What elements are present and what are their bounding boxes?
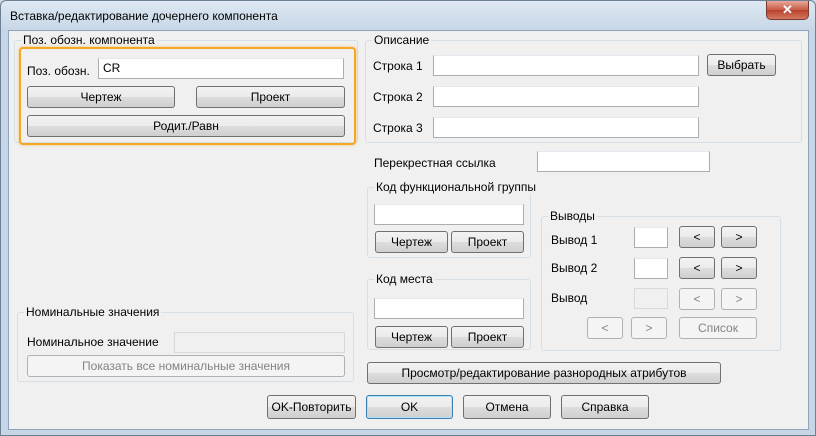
location-code-input[interactable] — [374, 298, 524, 319]
line2-label: Строка 2 — [373, 90, 423, 104]
pin-prev-button: < — [679, 288, 715, 310]
description-group-label: Описание — [372, 33, 432, 47]
pin1-prev-button[interactable]: < — [679, 226, 715, 248]
function-code-label: Код функциональной группы — [374, 180, 539, 194]
pins-group-label: Выводы — [548, 209, 597, 223]
edit-attributes-button[interactable]: Просмотр/редактирование разнородных атри… — [367, 362, 721, 384]
pin-label: Вывод — [551, 291, 588, 305]
pin2-input[interactable] — [634, 258, 668, 279]
line2-input[interactable] — [433, 86, 699, 107]
line1-input[interactable] — [433, 55, 699, 76]
pin-next-button: > — [721, 288, 757, 310]
function-drawing-button[interactable]: Чертеж — [375, 231, 448, 253]
ok-button[interactable]: OK — [366, 395, 453, 419]
pins-list-button: Список — [679, 317, 757, 339]
dialog-window: Вставка/редактирование дочернего компоне… — [0, 0, 816, 436]
pins-next-button: > — [631, 317, 667, 339]
close-button[interactable]: ✕ — [766, 1, 809, 20]
crossref-label: Перекрестная ссылка — [374, 156, 496, 170]
focus-highlight — [19, 47, 356, 145]
pin1-next-button[interactable]: > — [721, 226, 757, 248]
window-title: Вставка/редактирование дочернего компоне… — [10, 9, 278, 23]
location-drawing-button[interactable]: Чертеж — [375, 326, 448, 348]
dialog-client-area: Поз. обозн. компонента Поз. обозн. CR Че… — [8, 30, 809, 430]
function-project-button[interactable]: Проект — [451, 231, 524, 253]
title-bar[interactable]: Вставка/редактирование дочернего компоне… — [1, 1, 815, 31]
line1-label: Строка 1 — [373, 59, 423, 73]
rating-label: Номинальное значение — [27, 335, 159, 349]
help-button[interactable]: Справка — [561, 395, 649, 419]
pin2-label: Вывод 2 — [551, 261, 598, 275]
ratings-group-label: Номинальные значения — [24, 305, 162, 319]
select-button[interactable]: Выбрать — [707, 54, 776, 76]
pin1-label: Вывод 1 — [551, 233, 598, 247]
show-all-ratings-button: Показать все номинальные значения — [27, 355, 345, 377]
location-project-button[interactable]: Проект — [451, 326, 524, 348]
location-code-label: Код места — [374, 272, 435, 286]
rating-input — [174, 332, 345, 353]
pin2-next-button[interactable]: > — [721, 257, 757, 279]
cancel-button[interactable]: Отмена — [463, 395, 551, 419]
pin-input — [634, 288, 668, 309]
pins-prev-button: < — [587, 317, 623, 339]
pin1-input[interactable] — [634, 227, 668, 248]
tag-group-label: Поз. обозн. компонента — [21, 33, 157, 47]
crossref-input[interactable] — [537, 151, 710, 172]
pin2-prev-button[interactable]: < — [679, 257, 715, 279]
function-code-input[interactable] — [374, 204, 524, 225]
ok-repeat-button[interactable]: OK-Повторить — [267, 395, 356, 419]
line3-input[interactable] — [433, 117, 699, 138]
line3-label: Строка 3 — [373, 121, 423, 135]
